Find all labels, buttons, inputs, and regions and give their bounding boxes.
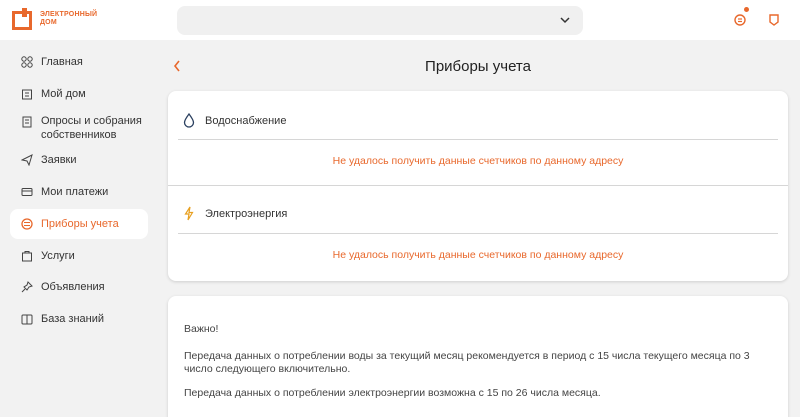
sidebar-item-label: Опросы и собрания собственников xyxy=(41,115,142,141)
pushpin-icon xyxy=(20,281,33,294)
section-water-title: Водоснабжение xyxy=(205,114,287,127)
electricity-error-message: Не удалось получить данные счетчиков по … xyxy=(332,249,624,261)
sidebar-item-label: Услуги xyxy=(41,250,75,262)
sidebar-item-knowledge-base[interactable]: База знаний xyxy=(10,304,148,334)
section-electricity-header: Электроэнергия xyxy=(182,206,287,221)
wallet-icon xyxy=(20,186,33,199)
sidebar-item-requests[interactable]: Заявки xyxy=(10,145,148,175)
sidebar-item-label: Приборы учета xyxy=(41,218,119,230)
info-heading: Важно! xyxy=(184,323,219,335)
chevron-down-icon xyxy=(560,17,570,24)
sidebar-item-home[interactable]: Главная xyxy=(10,47,148,77)
book-icon xyxy=(20,313,33,326)
sidebar-item-label: Мои платежи xyxy=(41,186,109,198)
sidebar-item-surveys[interactable]: Опросы и собрания собственников xyxy=(10,110,148,146)
water-drop-icon xyxy=(182,113,196,128)
services-icon xyxy=(20,250,33,263)
survey-icon xyxy=(20,115,33,128)
lightning-icon xyxy=(182,206,196,221)
meters-card: Водоснабжение Не удалось получить данные… xyxy=(168,91,788,281)
sidebar-item-label: Главная xyxy=(41,56,83,68)
section-divider xyxy=(168,185,788,186)
notifications-button[interactable] xyxy=(733,7,749,28)
sidebar-item-label: Объявления xyxy=(41,281,105,293)
sidebar-item-label: Мой дом xyxy=(41,88,86,100)
sidebar-item-payments[interactable]: Мои платежи xyxy=(10,177,148,207)
shield-icon xyxy=(769,14,779,26)
sidebar: Главная Мой дом Опросы и собрания собств… xyxy=(0,40,160,417)
notifications-icon xyxy=(734,14,746,26)
section-electricity-title: Электроэнергия xyxy=(205,207,288,220)
top-header: ЭЛЕКТРОННЫЙ ДОМ xyxy=(0,0,800,40)
sidebar-item-my-house[interactable]: Мой дом xyxy=(10,79,148,109)
divider xyxy=(178,139,778,140)
page-title: Приборы учета xyxy=(425,58,531,75)
profile-button[interactable] xyxy=(767,12,781,28)
sidebar-item-label: Заявки xyxy=(41,154,77,166)
sidebar-item-services[interactable]: Услуги xyxy=(10,241,148,271)
meter-icon xyxy=(20,218,33,231)
info-electricity-text: Передача данных о потреблении электроэне… xyxy=(184,387,601,399)
divider xyxy=(178,233,778,234)
info-card: Важно! Передача данных о потреблении вод… xyxy=(168,296,788,417)
logo-icon xyxy=(12,8,32,30)
sidebar-item-meters[interactable]: Приборы учета xyxy=(10,209,148,239)
paper-plane-icon xyxy=(20,154,33,167)
sidebar-item-label: База знаний xyxy=(41,313,105,325)
logo-text: ЭЛЕКТРОННЫЙ ДОМ xyxy=(40,11,98,26)
address-select[interactable] xyxy=(177,6,583,35)
sidebar-item-announcements[interactable]: Объявления xyxy=(10,272,148,302)
info-water-text: Передача данных о потреблении воды за те… xyxy=(184,350,750,375)
notification-dot xyxy=(744,7,749,12)
section-water-header: Водоснабжение xyxy=(182,113,286,128)
building-icon xyxy=(20,88,33,101)
logo[interactable]: ЭЛЕКТРОННЫЙ ДОМ xyxy=(12,8,100,30)
home-grid-icon xyxy=(20,56,33,69)
water-error-message: Не удалось получить данные счетчиков по … xyxy=(332,155,624,167)
